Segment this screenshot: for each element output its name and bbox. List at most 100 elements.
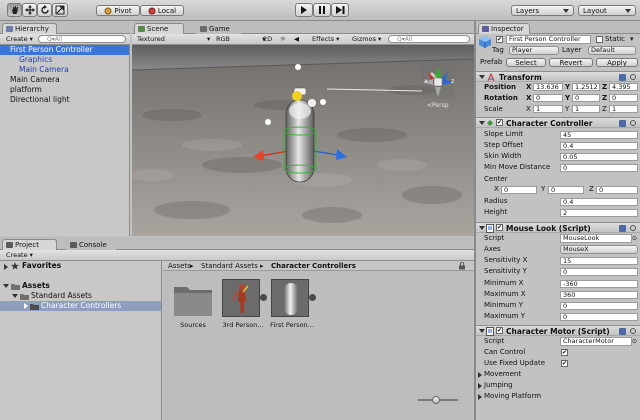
character-controller-enabled-checkbox[interactable]: ✔ bbox=[496, 119, 503, 126]
pause-button[interactable] bbox=[313, 3, 331, 17]
hierarchy-item-platform[interactable]: platform bbox=[10, 85, 42, 95]
tab-console[interactable]: Console bbox=[66, 239, 116, 250]
favorites-item[interactable]: Favorites bbox=[22, 261, 61, 271]
rotation-x-field[interactable]: 0 bbox=[533, 94, 563, 102]
character-controller-header[interactable]: ✔ Character Controller bbox=[476, 117, 640, 128]
active-checkbox[interactable]: ✔ bbox=[496, 36, 503, 43]
scale-x-field[interactable]: 1 bbox=[533, 105, 563, 113]
character-motor-header[interactable]: ✔ Character Motor (Script) bbox=[476, 325, 640, 336]
lighting-toggle-icon[interactable]: ☼ bbox=[280, 35, 286, 44]
pivot-toggle-button[interactable]: Pivot bbox=[96, 5, 140, 16]
sensitivity-x-field[interactable]: 15 bbox=[560, 257, 638, 265]
gizmos-dropdown[interactable]: Gizmos ▾ bbox=[352, 35, 381, 44]
layers-dropdown[interactable]: Layers bbox=[511, 5, 574, 16]
project-create-button[interactable]: Create ▾ bbox=[6, 251, 33, 260]
lock-icon[interactable] bbox=[458, 261, 466, 270]
center-x-field[interactable]: 0 bbox=[501, 186, 537, 194]
breadcrumb-character-controllers[interactable]: Character Controllers bbox=[271, 261, 356, 271]
gear-icon[interactable] bbox=[630, 74, 636, 80]
gear-icon[interactable] bbox=[630, 120, 636, 126]
breadcrumb-standard-assets[interactable]: Standard Assets bbox=[201, 261, 258, 271]
rotate-tool-button[interactable] bbox=[37, 3, 52, 17]
hierarchy-search-input[interactable]: Q▾All bbox=[38, 35, 126, 43]
center-y-field[interactable]: 0 bbox=[548, 186, 584, 194]
hierarchy-item-first-person-controller[interactable]: First Person Controller bbox=[10, 45, 93, 55]
help-icon[interactable] bbox=[619, 328, 626, 335]
position-y-field[interactable]: 1.2512 bbox=[572, 83, 600, 91]
skin-width-field[interactable]: 0.05 bbox=[560, 153, 638, 161]
use-fixed-update-checkbox[interactable]: ✔ bbox=[561, 360, 568, 367]
gear-icon[interactable] bbox=[630, 328, 636, 334]
play-button[interactable] bbox=[295, 3, 313, 17]
transform-header[interactable]: Transform bbox=[476, 71, 640, 82]
object-picker-icon[interactable]: ⊙ bbox=[632, 234, 637, 243]
file-item-3rd-person-controller[interactable]: 3rd Person... bbox=[220, 277, 268, 335]
sensitivity-y-field[interactable]: 0 bbox=[560, 268, 638, 276]
moving-platform-foldout[interactable]: Moving Platform bbox=[484, 392, 541, 401]
can-control-checkbox[interactable]: ✔ bbox=[561, 349, 568, 356]
min-move-distance-field[interactable]: 0 bbox=[560, 164, 638, 172]
movement-foldout[interactable]: Movement bbox=[484, 370, 521, 379]
rotation-y-field[interactable]: 0 bbox=[572, 94, 600, 102]
mouse-look-script-field[interactable]: MouseLook bbox=[560, 234, 632, 243]
help-icon[interactable] bbox=[619, 225, 626, 232]
standard-assets-folder-item[interactable]: Standard Assets bbox=[31, 291, 92, 301]
center-z-field[interactable]: 0 bbox=[596, 186, 638, 194]
file-item-sources[interactable]: Sources bbox=[171, 277, 215, 335]
scene-search-input[interactable]: Q▾All bbox=[388, 35, 470, 43]
jumping-foldout[interactable]: Jumping bbox=[484, 381, 513, 390]
slope-limit-field[interactable]: 45 bbox=[560, 131, 638, 139]
hand-tool-button[interactable] bbox=[7, 3, 22, 17]
tab-scene[interactable]: Scene bbox=[134, 23, 184, 34]
prefab-select-button[interactable]: Select bbox=[506, 58, 546, 67]
character-motor-enabled-checkbox[interactable]: ✔ bbox=[496, 327, 503, 334]
hierarchy-item-main-camera[interactable]: Main Camera bbox=[10, 75, 60, 85]
minimum-x-field[interactable]: -360 bbox=[560, 280, 638, 288]
static-checkbox[interactable] bbox=[596, 36, 603, 43]
render-channel-dropdown[interactable]: RGB ▾ bbox=[216, 35, 265, 44]
effects-dropdown[interactable]: Effects ▾ bbox=[312, 35, 339, 44]
minimum-y-field[interactable]: 0 bbox=[560, 302, 638, 310]
hierarchy-create-button[interactable]: Create ▾ bbox=[6, 35, 33, 44]
maximum-x-field[interactable]: 360 bbox=[560, 291, 638, 299]
scale-y-field[interactable]: 1 bbox=[572, 105, 600, 113]
hierarchy-item-main-camera-child[interactable]: Main Camera bbox=[19, 65, 69, 75]
rotation-z-field[interactable]: 0 bbox=[609, 94, 638, 102]
tab-hierarchy[interactable]: Hierarchy bbox=[2, 23, 57, 34]
step-offset-field[interactable]: 0.4 bbox=[560, 142, 638, 150]
help-icon[interactable] bbox=[619, 74, 626, 81]
static-dropdown-icon[interactable]: ▾ bbox=[630, 35, 634, 44]
scene-viewport[interactable]: x z <Persp bbox=[132, 45, 474, 236]
perspective-label[interactable]: <Persp bbox=[427, 101, 449, 110]
tab-game[interactable]: Game bbox=[196, 23, 241, 34]
step-button[interactable] bbox=[331, 3, 349, 17]
prefab-apply-button[interactable]: Apply bbox=[596, 58, 638, 67]
radius-field[interactable]: 0.4 bbox=[560, 198, 638, 206]
audio-toggle-icon[interactable]: ◀ bbox=[294, 35, 299, 44]
tag-dropdown[interactable]: Player bbox=[509, 46, 559, 55]
prefab-revert-button[interactable]: Revert bbox=[549, 58, 593, 67]
character-controllers-folder-item[interactable]: Character Controllers bbox=[41, 301, 121, 311]
local-toggle-button[interactable]: Local bbox=[140, 5, 184, 16]
help-icon[interactable] bbox=[619, 120, 626, 127]
scale-tool-button[interactable] bbox=[52, 3, 68, 17]
thumbnail-size-slider[interactable] bbox=[418, 396, 458, 404]
expand-prefab-icon[interactable] bbox=[260, 294, 267, 301]
breadcrumb-assets[interactable]: Assets bbox=[168, 261, 191, 271]
expand-prefab-icon[interactable] bbox=[309, 294, 316, 301]
slider-thumb[interactable] bbox=[432, 396, 440, 404]
tab-inspector[interactable]: Inspector bbox=[478, 23, 530, 34]
position-x-field[interactable]: 13.636 bbox=[533, 83, 563, 91]
axes-dropdown[interactable]: MouseX bbox=[560, 245, 638, 254]
assets-folder-item[interactable]: Assets bbox=[22, 281, 50, 291]
object-picker-icon[interactable]: ⊙ bbox=[632, 337, 637, 346]
gear-icon[interactable] bbox=[630, 225, 636, 231]
tab-project[interactable]: Project bbox=[2, 239, 57, 250]
mouse-look-enabled-checkbox[interactable]: ✔ bbox=[496, 224, 503, 231]
move-tool-button[interactable] bbox=[22, 3, 37, 17]
shading-mode-dropdown[interactable]: Textured ▾ bbox=[137, 35, 210, 44]
2d-toggle-button[interactable]: 2D bbox=[263, 35, 272, 44]
layout-dropdown[interactable]: Layout bbox=[578, 5, 636, 16]
maximum-y-field[interactable]: 0 bbox=[560, 313, 638, 321]
file-item-first-person-controller[interactable]: First Person... bbox=[269, 277, 317, 335]
